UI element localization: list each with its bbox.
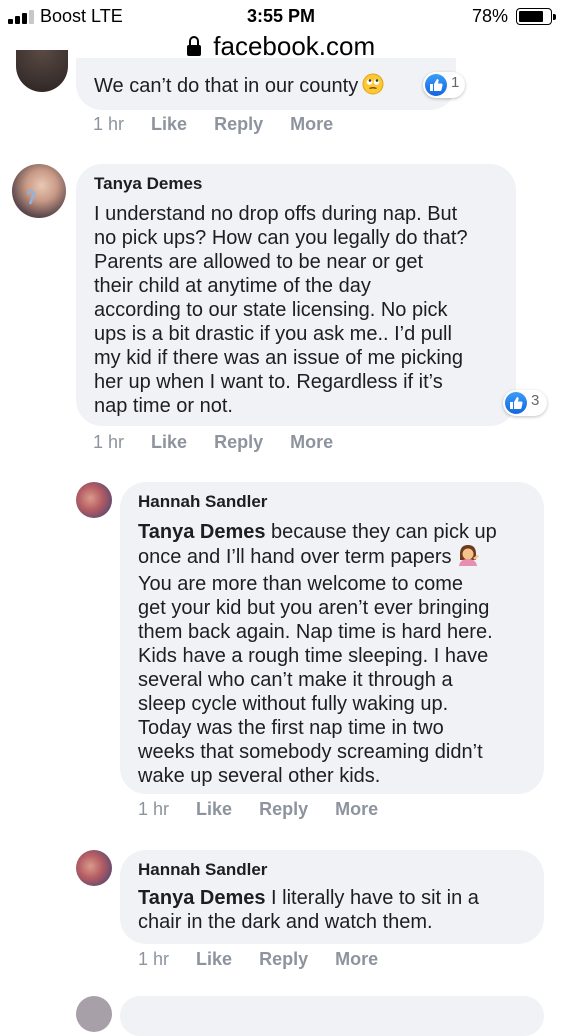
comment-timestamp: 1 hr bbox=[93, 114, 125, 134]
avatar[interactable] bbox=[16, 50, 68, 92]
comment-actions: 1 hr Like Reply More bbox=[138, 799, 378, 820]
more-link[interactable]: More bbox=[335, 799, 378, 819]
battery-percentage: 78% bbox=[471, 6, 508, 26]
reaction-badge[interactable]: 3 bbox=[503, 390, 547, 416]
avatar[interactable] bbox=[76, 996, 112, 1032]
avatar[interactable] bbox=[76, 482, 112, 518]
comment-text: Tanya Demes I literally have to sit in a… bbox=[138, 887, 479, 933]
avatar[interactable] bbox=[76, 850, 112, 886]
comment-author[interactable]: Hannah Sandler bbox=[138, 492, 267, 512]
like-link[interactable]: Like bbox=[196, 949, 232, 969]
person-tipping-hand-emoji-icon bbox=[456, 544, 480, 572]
like-link[interactable]: Like bbox=[151, 114, 187, 134]
reply-link[interactable]: Reply bbox=[259, 799, 308, 819]
like-link[interactable]: Like bbox=[196, 799, 232, 819]
like-reaction-icon bbox=[425, 74, 447, 96]
comment-author[interactable]: Hannah Sandler bbox=[138, 860, 267, 880]
like-reaction-icon bbox=[505, 392, 527, 414]
reply-link[interactable]: Reply bbox=[259, 949, 308, 969]
mention-link[interactable]: Tanya Demes bbox=[138, 887, 265, 909]
rolling-eyes-emoji-icon bbox=[362, 73, 384, 101]
comment-author[interactable]: Tanya Demes bbox=[94, 174, 202, 194]
reaction-badge[interactable]: 1 bbox=[423, 72, 465, 98]
like-link[interactable]: Like bbox=[151, 432, 187, 452]
mention-link[interactable]: Tanya Demes bbox=[138, 521, 265, 543]
comment-timestamp: 1 hr bbox=[93, 432, 125, 452]
comment-actions: 1 hr Like Reply More bbox=[93, 432, 333, 453]
more-link[interactable]: More bbox=[290, 114, 333, 134]
reply-link[interactable]: Reply bbox=[214, 432, 263, 452]
comment-text: We can’t do that in our county bbox=[94, 73, 384, 101]
battery-icon bbox=[516, 8, 556, 25]
comment-actions: 1 hr Like Reply More bbox=[138, 949, 378, 970]
comment-actions: 1 hr Like Reply More bbox=[93, 114, 333, 135]
more-link[interactable]: More bbox=[335, 949, 378, 969]
awareness-ribbon-icon bbox=[26, 189, 36, 205]
comment-text: Tanya Demes because they can pick up onc… bbox=[138, 521, 497, 787]
more-link[interactable]: More bbox=[290, 432, 333, 452]
reply-link[interactable]: Reply bbox=[214, 114, 263, 134]
comment-bubble bbox=[120, 996, 544, 1036]
lock-icon bbox=[186, 36, 201, 56]
comment-timestamp: 1 hr bbox=[138, 949, 170, 969]
comment-timestamp: 1 hr bbox=[138, 799, 170, 819]
avatar[interactable] bbox=[12, 164, 66, 218]
comment-text: I understand no drop offs during nap. Bu… bbox=[94, 203, 468, 417]
